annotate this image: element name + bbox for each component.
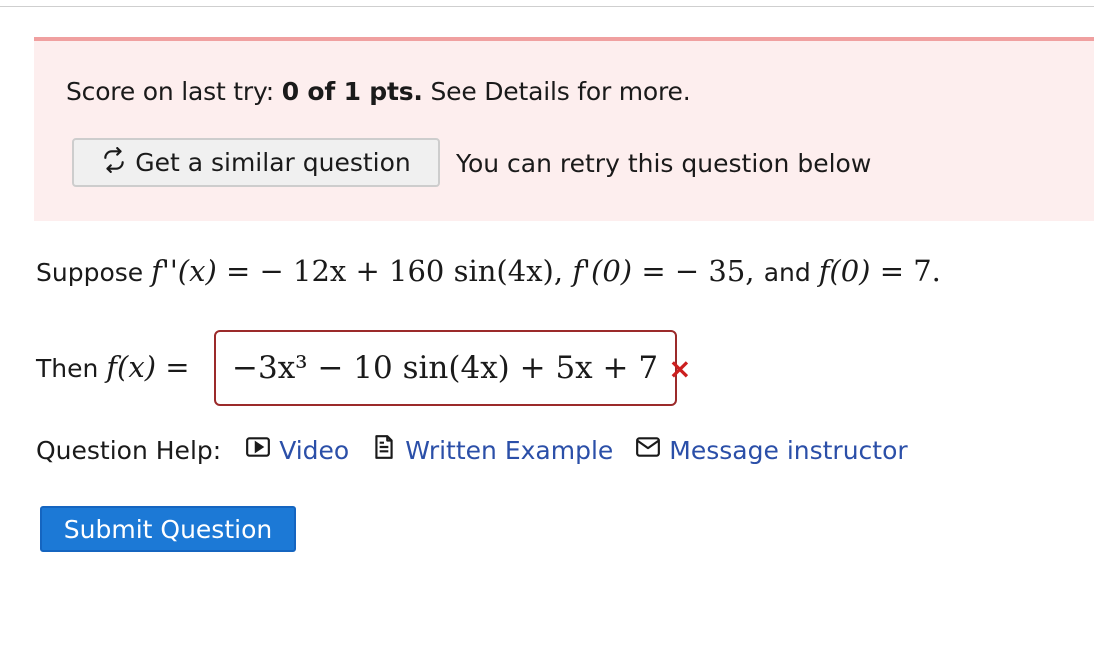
fpp-expr: f''(x) <box>151 254 217 288</box>
fp0-equation: = − 35, <box>632 254 764 288</box>
f0-equation: = 7. <box>870 254 941 288</box>
message-instructor-link[interactable]: Message instructor <box>635 434 908 466</box>
score-line: Score on last try: 0 of 1 pts. See Detai… <box>66 77 691 106</box>
video-link-label: Video <box>279 435 350 465</box>
incorrect-icon: × <box>668 351 692 385</box>
fx-label: f(x) = <box>106 350 189 384</box>
score-alert: Score on last try: 0 of 1 pts. See Detai… <box>34 37 1094 221</box>
submit-question-button[interactable]: Submit Question <box>40 506 296 552</box>
then-prefix: Then <box>36 354 107 383</box>
question-math-2: f(0) = 7. <box>819 254 941 288</box>
answer-input[interactable]: −3x³ − 10 sin(4x) + 5x + 7 × <box>214 330 692 406</box>
question-text: Suppose f''(x) = − 12x + 160 sin(4x), f'… <box>36 254 941 288</box>
answer-label: Then f(x) = <box>36 350 190 384</box>
question-prefix: Suppose <box>36 258 152 287</box>
fp0-expr: f'(0) <box>572 254 633 288</box>
score-suffix: See Details for more. <box>422 77 691 106</box>
fx-equals: = <box>156 350 190 384</box>
document-icon <box>371 434 405 466</box>
help-label: Question Help: <box>36 435 222 465</box>
similar-button-label: Get a similar question <box>135 148 411 177</box>
written-example-link[interactable]: Written Example <box>371 434 613 466</box>
retry-icon <box>101 146 127 179</box>
fpp-equation: = − 12x + 160 sin(4x), <box>216 254 573 288</box>
score-prefix: Score on last try: <box>66 77 282 106</box>
retry-text: You can retry this question below <box>456 149 872 178</box>
f0-expr: f(0) <box>818 254 871 288</box>
score-value: 0 of 1 pts. <box>281 77 423 106</box>
fx-expr: f(x) <box>106 350 157 384</box>
written-example-label: Written Example <box>405 435 614 465</box>
answer-value: −3x³ − 10 sin(4x) + 5x + 7 <box>232 350 659 386</box>
question-help: Question Help: Video Written Example Mes… <box>36 434 930 466</box>
mail-icon <box>635 434 669 466</box>
question-and: and <box>763 258 819 287</box>
video-icon <box>245 434 279 466</box>
video-link[interactable]: Video <box>245 434 349 466</box>
top-divider <box>0 6 1094 7</box>
get-similar-question-button[interactable]: Get a similar question <box>72 138 440 187</box>
question-math-1: f''(x) = − 12x + 160 sin(4x), f'(0) = − … <box>151 254 764 288</box>
message-instructor-label: Message instructor <box>669 435 908 465</box>
